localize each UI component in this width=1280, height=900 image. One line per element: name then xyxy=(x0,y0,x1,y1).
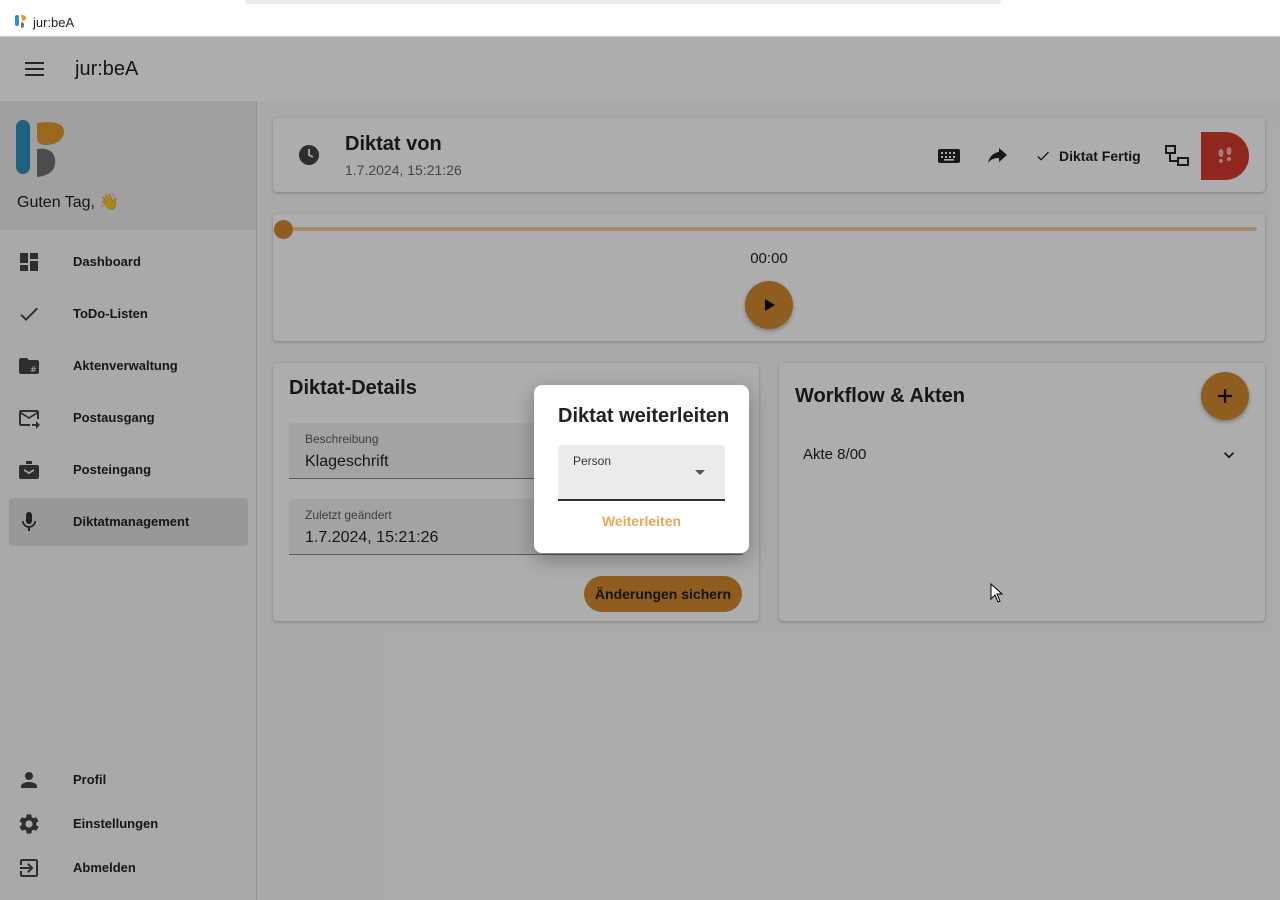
person-select-label: Person xyxy=(573,454,612,468)
person-select[interactable]: Person xyxy=(558,445,725,501)
dialog-title: Diktat weiterleiten xyxy=(558,405,730,427)
window-title: jur:beA xyxy=(33,15,75,30)
mouse-cursor-icon xyxy=(990,583,1004,603)
app-logo-icon xyxy=(15,15,27,28)
titlebar-strip xyxy=(245,0,1001,4)
dropdown-caret-icon xyxy=(695,470,705,475)
window-titlebar: jur:beA xyxy=(0,0,1280,37)
forward-button[interactable]: Weiterleiten xyxy=(534,513,749,529)
forward-dialog: Diktat weiterleiten Person Weiterleiten xyxy=(534,385,749,553)
